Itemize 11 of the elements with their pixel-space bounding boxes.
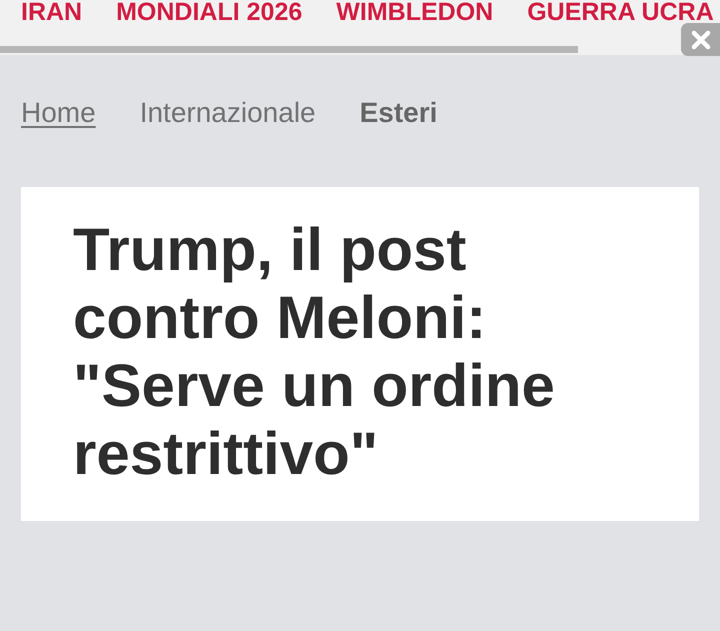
close-button[interactable] [681,23,720,56]
nav-tag-link[interactable]: IRAN [21,1,82,23]
close-icon [690,30,710,50]
scrollbar-thumb[interactable] [0,46,578,53]
breadcrumb-current: Esteri [360,96,438,130]
nav-tag-link[interactable]: MONDIALI 2026 [116,1,302,23]
nav-tag-link[interactable]: GUERRA UCRA [527,1,714,23]
breadcrumb-link[interactable]: Home [21,96,96,130]
nav-tag-link[interactable]: WIMBLEDON [336,1,494,23]
breadcrumb-link[interactable]: Internazionale [140,96,316,130]
article-headline: Trump, il post contro Meloni: "Serve un ordine restrittivo" [73,216,556,488]
